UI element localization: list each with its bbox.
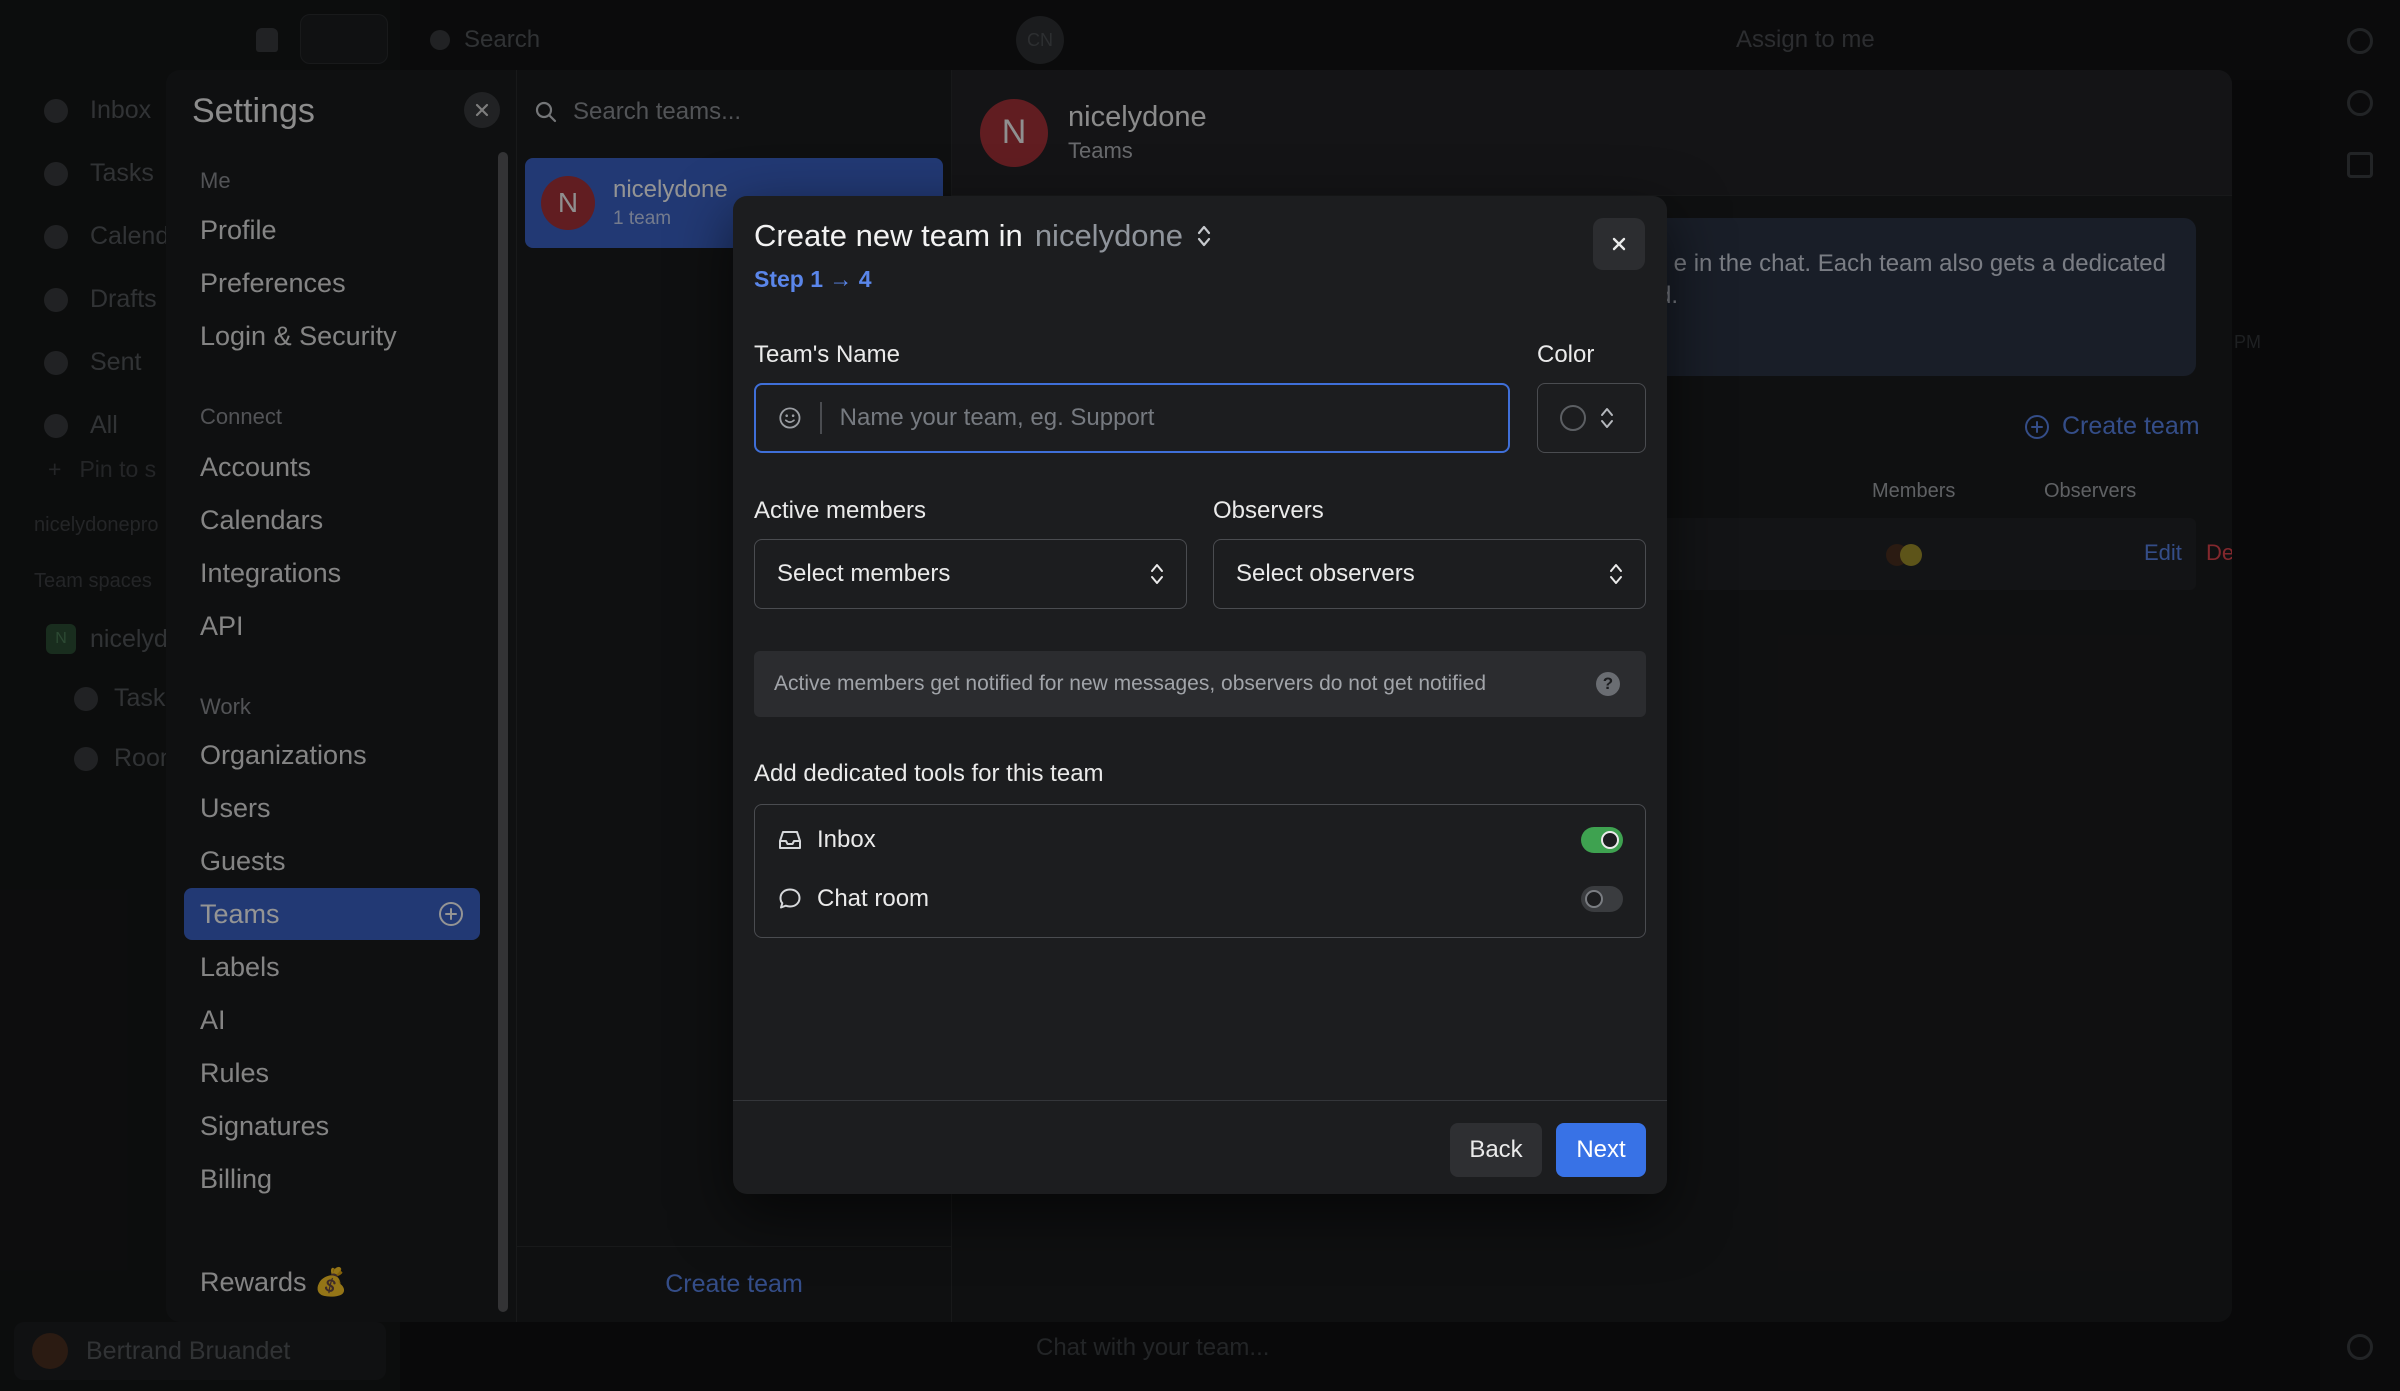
- toggle-knob: [1585, 890, 1603, 908]
- chevron-up-down-icon: [1601, 408, 1613, 428]
- chat-room-toggle[interactable]: [1581, 886, 1623, 912]
- color-picker[interactable]: [1537, 383, 1646, 453]
- tool-label-inbox: Inbox: [817, 826, 876, 853]
- next-button[interactable]: Next: [1556, 1123, 1646, 1177]
- color-swatch: [1560, 405, 1586, 431]
- chat-bubble-icon: [779, 888, 801, 909]
- toggle-knob: [1601, 831, 1619, 849]
- active-members-label: Active members: [754, 497, 927, 524]
- tools-list: Inbox Chat room: [754, 804, 1646, 938]
- members-hint: Active members get notified for new mess…: [754, 651, 1646, 717]
- team-name-input[interactable]: [839, 404, 1508, 432]
- chevron-up-down-icon: [1151, 564, 1163, 584]
- help-icon[interactable]: ?: [1596, 672, 1620, 696]
- active-members-select[interactable]: Select members: [754, 539, 1187, 609]
- close-icon: [1612, 237, 1626, 251]
- step-indicator: Step 1 → 4: [754, 266, 872, 292]
- field-divider: [819, 402, 822, 434]
- modal-footer-divider: [733, 1100, 1667, 1101]
- observers-select[interactable]: Select observers: [1213, 539, 1646, 609]
- observers-label: Observers: [1213, 497, 1324, 524]
- org-select[interactable]: nicelydone: [1035, 218, 1211, 254]
- close-modal-button[interactable]: [1593, 218, 1645, 270]
- chevron-up-down-icon: [1610, 564, 1622, 584]
- tool-label-chat-room: Chat room: [817, 885, 930, 912]
- create-team-modal: Create new team in nicelydone Step 1 → 4…: [733, 196, 1667, 1194]
- back-button[interactable]: Back: [1450, 1123, 1542, 1177]
- emoji-icon[interactable]: [778, 405, 802, 431]
- tools-label: Add dedicated tools for this team: [754, 760, 1104, 787]
- team-name-field[interactable]: [754, 383, 1510, 453]
- inbox-icon: [779, 831, 801, 849]
- color-label: Color: [1537, 341, 1595, 368]
- tool-row-chat-room[interactable]: Chat room: [777, 885, 1623, 913]
- modal-title: Create new team in nicelydone: [754, 218, 1211, 254]
- inbox-toggle[interactable]: [1581, 827, 1623, 853]
- team-name-label: Team's Name: [754, 341, 900, 368]
- tool-row-inbox[interactable]: Inbox: [777, 826, 1623, 854]
- chevron-up-down-icon: [1197, 225, 1211, 247]
